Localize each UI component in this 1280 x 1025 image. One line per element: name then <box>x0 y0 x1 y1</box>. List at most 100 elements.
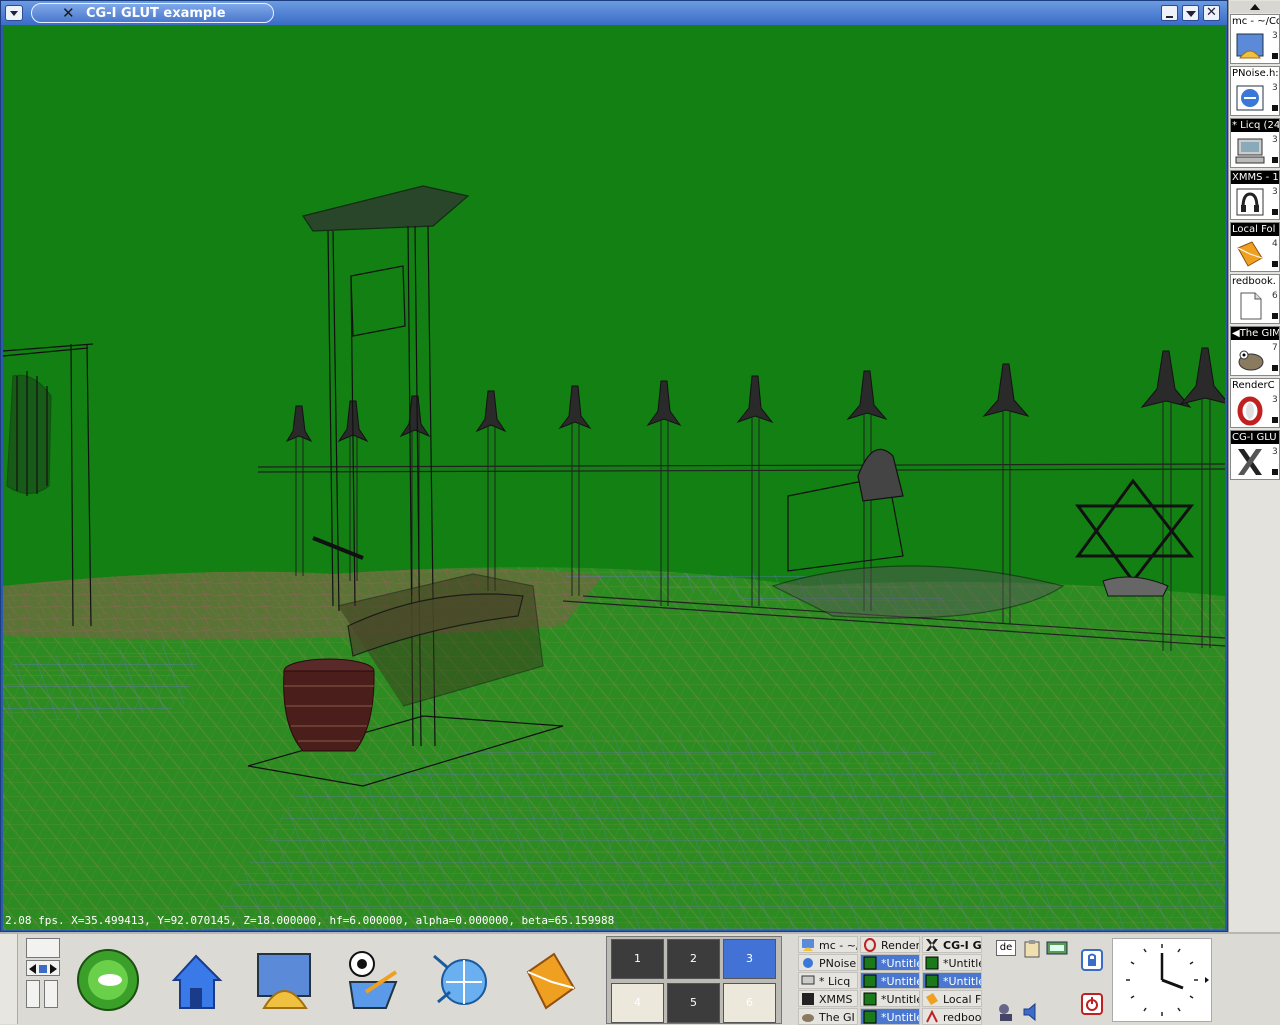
analog-clock[interactable] <box>1112 938 1212 1022</box>
desktop-3[interactable]: 3 <box>723 939 776 979</box>
keyboard-layout-indicator[interactable]: de <box>996 940 1016 956</box>
mini-toggle[interactable] <box>26 980 40 1008</box>
task-button[interactable]: *Untitle <box>922 972 982 989</box>
task-button[interactable]: XMMS <box>798 990 858 1007</box>
window-list-item[interactable]: ◀The GIM 7 <box>1230 326 1280 376</box>
gimp-image-icon <box>925 974 939 988</box>
desktop-1[interactable]: 1 <box>611 939 664 979</box>
task-button[interactable]: * Licq <box>798 972 858 989</box>
mini-window-button[interactable] <box>26 938 60 958</box>
panel-hide-handle[interactable] <box>0 934 18 1024</box>
clock-face-icon <box>1126 944 1209 1016</box>
kdevelop-launcher[interactable] <box>336 942 408 1018</box>
basket <box>283 658 375 752</box>
window-list-item[interactable]: Local Fol 4 <box>1230 222 1280 272</box>
desktop-4[interactable]: 4 <box>611 983 664 1023</box>
corner-marker <box>1272 53 1278 59</box>
task-button[interactable]: *Untitle <box>860 972 920 989</box>
task-button[interactable]: PNoise <box>798 954 858 971</box>
window-list-item[interactable]: redbook. 6 <box>1230 274 1280 324</box>
task-button[interactable]: *Untitle <box>860 1008 920 1025</box>
konqueror-icon <box>257 953 311 1009</box>
system-tray: de <box>992 936 1072 1024</box>
task-button[interactable]: *Untitle <box>860 954 920 971</box>
konqueror-icon <box>1236 33 1264 59</box>
user-icon[interactable] <box>996 1002 1016 1022</box>
x-icon <box>1238 449 1262 475</box>
window-list-item[interactable]: XMMS - 1 3 <box>1230 170 1280 220</box>
corner-marker <box>1272 417 1278 423</box>
desktop-6[interactable]: 6 <box>723 983 776 1023</box>
suse-icon <box>77 949 139 1011</box>
task-button[interactable]: *Untitle <box>922 954 982 971</box>
desktop-pager: 1 2 3 4 5 6 <box>606 936 782 1024</box>
task-button[interactable]: Local F <box>922 990 982 1007</box>
volume-icon[interactable] <box>1022 1002 1042 1022</box>
xmms-icon <box>1236 188 1264 216</box>
gimp-icon <box>802 1014 814 1022</box>
corner-marker <box>1272 365 1278 371</box>
xmms-icon <box>802 993 814 1005</box>
browser-icon <box>433 954 487 1005</box>
desktop-5[interactable]: 5 <box>667 983 720 1023</box>
gimp-image-icon <box>863 956 877 970</box>
konqueror-launcher[interactable] <box>248 942 320 1018</box>
kmail-icon <box>1237 241 1263 267</box>
render-icon <box>864 938 876 952</box>
window-list-item[interactable]: mc - ~/Co 3 <box>1230 14 1280 64</box>
scroll-up-button[interactable] <box>1230 1 1280 13</box>
document-icon <box>1240 292 1262 320</box>
x-app-icon: ✕ <box>62 4 75 22</box>
title-bar[interactable]: ✕ CG-I GLUT example ✕ <box>1 1 1227 25</box>
kmail-launcher[interactable] <box>512 942 584 1018</box>
klipper-icon[interactable] <box>1022 940 1042 958</box>
corner-marker <box>1272 105 1278 111</box>
wireframe-scene <box>3 26 1225 930</box>
render-icon <box>1237 396 1263 426</box>
task-button[interactable]: mc - ~/ <box>798 936 858 953</box>
corner-marker <box>1272 469 1278 475</box>
desktop-switch-button[interactable] <box>26 960 60 976</box>
window-menu-button[interactable] <box>5 5 23 21</box>
shade-button[interactable] <box>1182 5 1199 21</box>
logout-icon[interactable] <box>1080 992 1104 1016</box>
corner-marker <box>1272 157 1278 163</box>
gimp-image-icon <box>863 992 877 1006</box>
task-button[interactable]: redboo <box>922 1008 982 1025</box>
task-button[interactable]: Render <box>860 936 920 953</box>
kdevelop-icon <box>348 951 398 1009</box>
gimp-icon <box>1238 350 1264 371</box>
kmail-icon <box>526 952 576 1010</box>
x-icon <box>926 939 938 951</box>
window-list-item[interactable]: PNoise.h: 3 <box>1230 66 1280 116</box>
gimp-image-icon <box>863 974 877 988</box>
taskbar: mc - ~/ Render CG-I G PNoise *Untitle *U… <box>798 936 988 1025</box>
window-list-item[interactable]: * Licq (24 3 <box>1230 118 1280 168</box>
task-button[interactable]: *Untitle <box>860 990 920 1007</box>
home-launcher[interactable] <box>160 942 232 1018</box>
window-list-item[interactable]: CG-I GLU 3 <box>1230 430 1280 480</box>
suse-menu-launcher[interactable] <box>72 942 144 1018</box>
gimp-image-icon <box>863 1010 877 1024</box>
status-readout: 2.08 fps. X=35.499413, Y=92.070145, Z=18… <box>5 914 615 927</box>
desktop-2[interactable]: 2 <box>667 939 720 979</box>
lock-icon[interactable] <box>1080 948 1104 972</box>
arrows-icon <box>29 964 57 974</box>
mini-applet <box>22 938 64 1020</box>
minimize-button[interactable] <box>1161 5 1178 21</box>
corner-marker <box>1272 313 1278 319</box>
kmail-icon <box>926 993 938 1005</box>
network-icon[interactable] <box>1046 940 1068 958</box>
close-button[interactable]: ✕ <box>1203 5 1220 21</box>
pdf-icon <box>926 1010 938 1023</box>
glut-window: ✕ CG-I GLUT example ✕ 2.08 fps. X=35.499… <box>0 0 1228 932</box>
computer-icon <box>1235 138 1265 164</box>
mini-toggle[interactable] <box>44 980 58 1008</box>
title-pill: ✕ CG-I GLUT example <box>31 3 274 23</box>
task-button[interactable]: CG-I G <box>922 936 982 953</box>
browser-launcher[interactable] <box>424 942 496 1018</box>
gl-viewport[interactable]: 2.08 fps. X=35.499413, Y=92.070145, Z=18… <box>3 26 1225 930</box>
gimp-image-icon <box>925 956 939 970</box>
task-button[interactable]: The GI <box>798 1008 858 1025</box>
window-list-item[interactable]: RenderC 3 <box>1230 378 1280 428</box>
